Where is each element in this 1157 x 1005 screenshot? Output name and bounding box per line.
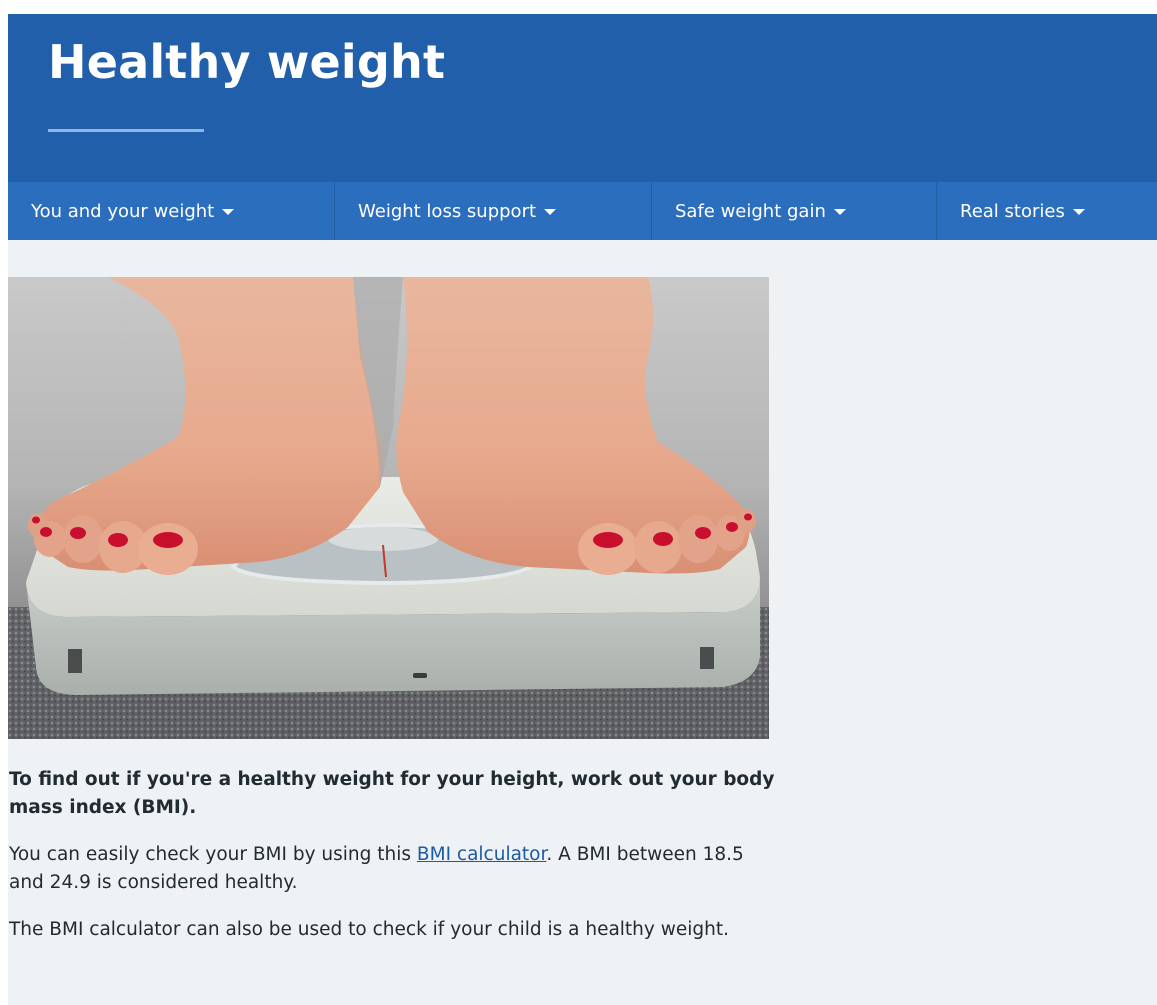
nav-item-you-and-your-weight[interactable]: You and your weight [8, 182, 335, 240]
caret-down-icon [222, 209, 235, 215]
caret-down-icon [833, 209, 846, 215]
child-bmi-paragraph: The BMI calculator can also be used to c… [9, 919, 729, 940]
bmi-paragraph: You can easily check your BMI by using t… [9, 841, 779, 897]
nav-item-label: Weight loss support [358, 200, 537, 222]
main-nav: You and your weight Weight loss support … [8, 182, 1157, 240]
nav-item-weight-loss-support[interactable]: Weight loss support [335, 182, 652, 240]
caret-down-icon [1072, 209, 1085, 215]
title-underline [48, 129, 204, 132]
page-header: Healthy weight [8, 14, 1157, 182]
nav-item-label: Real stories [960, 200, 1065, 222]
bmi-text-before: You can easily check your BMI by using t… [9, 844, 417, 865]
nav-item-label: You and your weight [31, 200, 215, 222]
nav-item-real-stories[interactable]: Real stories [937, 182, 1157, 240]
bmi-calculator-link[interactable]: BMI calculator [417, 844, 547, 865]
feet-on-scale-illustration [8, 277, 769, 739]
caret-down-icon [544, 209, 557, 215]
hero-image-feet-on-scale [8, 277, 769, 739]
nav-item-label: Safe weight gain [675, 200, 826, 222]
lead-paragraph: To find out if you're a healthy weight f… [9, 769, 775, 818]
nav-item-safe-weight-gain[interactable]: Safe weight gain [652, 182, 937, 240]
article-content: To find out if you're a healthy weight f… [9, 766, 779, 963]
page-title: Healthy weight [48, 35, 446, 89]
